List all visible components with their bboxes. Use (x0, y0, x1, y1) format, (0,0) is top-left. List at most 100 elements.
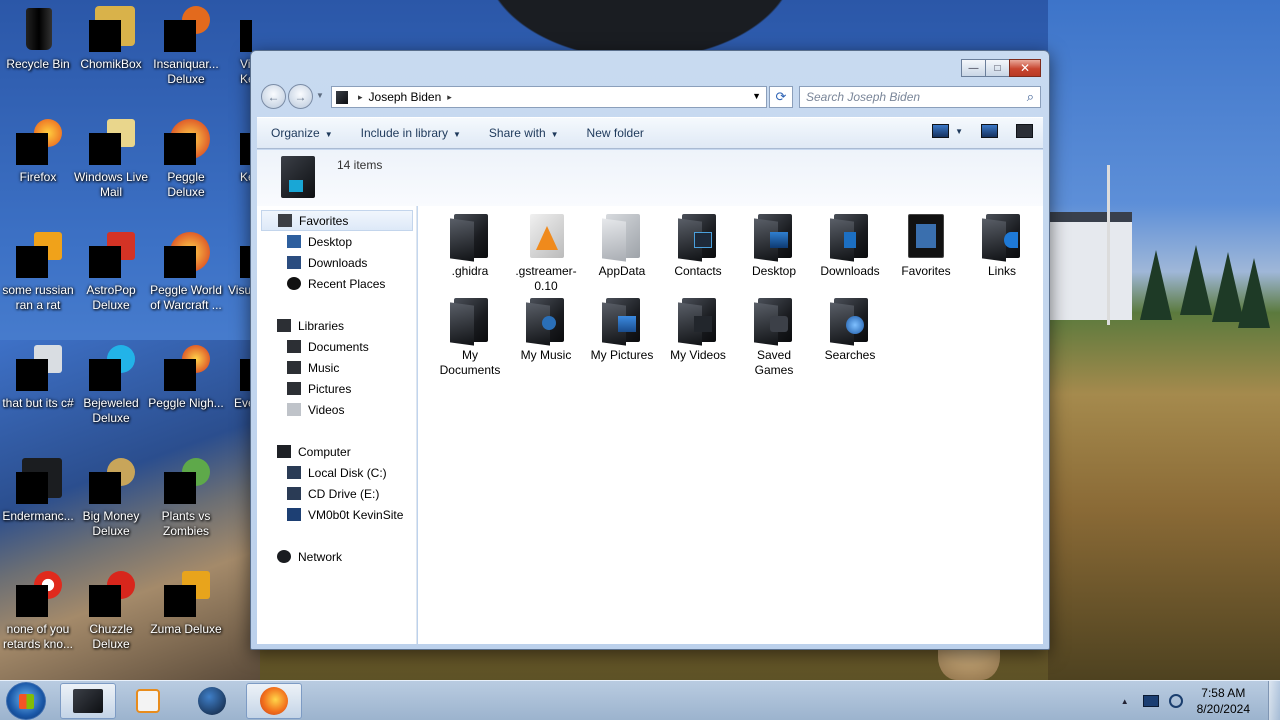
file-label: Games (754, 363, 794, 377)
organize-button[interactable]: Organize ▼ (257, 126, 347, 140)
search-icon[interactable]: ⌕ (1027, 89, 1034, 105)
desktop-icon-peggle[interactable]: Peggle Deluxe (148, 113, 224, 200)
recent-pages-dropdown[interactable]: ▼ (316, 91, 324, 100)
include-in-library-button[interactable]: Include in library ▼ (347, 126, 475, 140)
desktop-icon-big-money[interactable]: Big Money Deluxe (73, 452, 149, 539)
file-item[interactable]: .gstreamer- 0.10 (508, 214, 584, 294)
show-hidden-icons-button[interactable]: ▲ (1121, 697, 1129, 706)
file-item[interactable]: Links (964, 214, 1040, 279)
maximize-button[interactable]: □ (985, 59, 1010, 77)
file-item[interactable]: Saved Games (736, 298, 812, 378)
desktop-icon-plants-vs-zombies[interactable]: Plants vs Zombies (148, 452, 224, 539)
desktop-icon-peggle-wow[interactable]: Peggle World of Warcraft ... (148, 226, 224, 313)
refresh-button[interactable]: ⟳ (769, 86, 793, 108)
show-desktop-button[interactable] (1268, 681, 1280, 720)
change-view-icon[interactable] (932, 124, 950, 138)
nav-network[interactable]: Network (277, 546, 342, 567)
desktop-icon-none-of-you[interactable]: none of you retards kno... (0, 565, 76, 652)
file-item[interactable]: Desktop (736, 214, 812, 279)
desktop-icon-chuzzle[interactable]: Chuzzle Deluxe (73, 565, 149, 652)
close-button[interactable]: ✕ (1009, 59, 1041, 77)
system-tray: ▲ 7:58 AM 8/20/2024 (1121, 681, 1280, 720)
taskbar: ▲ 7:58 AM 8/20/2024 (0, 680, 1280, 720)
file-item[interactable]: My Pictures (584, 298, 660, 363)
forward-button[interactable]: → (288, 84, 313, 109)
taskbar-explorer-button[interactable] (60, 683, 116, 719)
clock[interactable]: 7:58 AM 8/20/2024 (1197, 685, 1250, 717)
taskbar-media-player-button[interactable] (120, 683, 176, 719)
start-button[interactable] (6, 682, 46, 720)
videos-folder-icon (678, 298, 718, 346)
help-icon[interactable] (1016, 124, 1033, 138)
file-item[interactable]: Contacts (660, 214, 736, 279)
favorites-folder-icon (906, 214, 946, 260)
file-item[interactable]: My Videos (660, 298, 736, 363)
nav-pictures[interactable]: Pictures (287, 378, 351, 399)
file-item[interactable]: Favorites (888, 214, 964, 279)
wallpaper-tree (1238, 258, 1270, 328)
back-button[interactable]: ← (261, 84, 286, 109)
desktop-icon-endermanc[interactable]: Endermanc... (0, 452, 76, 524)
new-folder-button[interactable]: New folder (573, 126, 658, 140)
minimize-button[interactable]: — (961, 59, 986, 77)
folder-icon (602, 214, 642, 262)
volume-icon[interactable] (1168, 694, 1183, 708)
videos-icon (287, 403, 301, 416)
address-dropdown[interactable]: ▼ (752, 91, 761, 101)
file-item[interactable]: My Documents (432, 298, 508, 378)
nav-desktop[interactable]: Desktop (287, 231, 352, 252)
desktop-icon-peggle-nights[interactable]: Peggle Nigh... (148, 339, 224, 411)
nav-vm-kevinsite[interactable]: VM0b0t KevinSite (287, 504, 403, 525)
chevron-down-icon[interactable]: ▼ (955, 127, 963, 136)
desktop-icon-insaniquarium[interactable]: Insaniquar... Deluxe (148, 0, 224, 87)
file-item[interactable]: Searches (812, 298, 888, 363)
desktop-icon-zuma[interactable]: Zuma Deluxe (148, 565, 224, 637)
breadcrumb-separator[interactable]: ▸ (358, 92, 363, 103)
desktop-icon-bejeweled[interactable]: Bejeweled Deluxe (73, 339, 149, 426)
desktop-icon-some-russian[interactable]: some russian ran a rat (0, 226, 76, 313)
file-item[interactable]: AppData (584, 214, 660, 279)
nav-music[interactable]: Music (287, 357, 339, 378)
display-icon[interactable] (1142, 695, 1159, 707)
nav-recent-places[interactable]: Recent Places (287, 273, 385, 294)
nav-videos[interactable]: Videos (287, 399, 344, 420)
preview-pane-icon[interactable] (981, 124, 998, 138)
desktop-icon-that-but-its[interactable]: that but its c# (0, 339, 76, 411)
desktop-icon-partial[interactable]: Ke (222, 113, 252, 185)
desktop-icon-partial[interactable]: Eve (222, 339, 252, 411)
taskbar-network-button[interactable] (184, 683, 240, 719)
nav-label: Music (308, 360, 340, 375)
address-bar[interactable]: ▸ Joseph Biden ▸ ▼ (331, 86, 767, 108)
window-controls: — □ ✕ (961, 59, 1041, 77)
file-item[interactable]: Downloads (812, 214, 888, 279)
file-label: AppData (598, 264, 646, 278)
search-input[interactable]: Search Joseph Biden ⌕ (799, 86, 1041, 108)
desktop-icon-recycle-bin[interactable]: Recycle Bin (0, 0, 76, 72)
nav-downloads[interactable]: Downloads (287, 252, 367, 273)
taskbar-firefox-button[interactable] (246, 683, 302, 719)
file-item[interactable]: My Music (508, 298, 584, 363)
nav-computer[interactable]: Computer (277, 441, 351, 462)
nav-libraries[interactable]: Libraries (277, 315, 344, 336)
desktop-icon-partial[interactable]: Vi Ke (222, 0, 252, 87)
desktop-icon-firefox[interactable]: Firefox (0, 113, 76, 185)
desktop-icon-astropop[interactable]: AstroPop Deluxe (73, 226, 149, 313)
nav-documents[interactable]: Documents (287, 336, 369, 357)
desktop-icon-windows-live-mail[interactable]: Windows Live Mail (73, 113, 149, 200)
breadcrumb-joseph-biden[interactable]: Joseph Biden (369, 90, 442, 104)
nav-local-disk[interactable]: Local Disk (C:) (287, 462, 387, 483)
desktop-icon-partial[interactable]: Visu (222, 226, 252, 298)
file-label: .gstreamer- (515, 264, 577, 278)
clock-time: 7:58 AM (1201, 686, 1246, 700)
breadcrumb-separator[interactable]: ▸ (447, 92, 452, 103)
share-with-button[interactable]: Share with ▼ (475, 126, 573, 140)
nav-label: Desktop (308, 234, 353, 249)
nav-favorites[interactable]: Favorites (261, 210, 413, 231)
desktop-icon-chomikbox[interactable]: ChomikBox (73, 0, 149, 72)
file-item[interactable]: .ghidra (432, 214, 508, 279)
explorer-window[interactable]: — □ ✕ ← → ▼ ▸ Joseph Biden ▸ ▼ ⟳ Search … (250, 50, 1050, 650)
nav-cd-drive[interactable]: CD Drive (E:) (287, 483, 379, 504)
clock-date: 8/20/2024 (1196, 702, 1250, 716)
drive-icon (287, 466, 301, 479)
desktop-icon-label: Firefox (19, 170, 57, 184)
